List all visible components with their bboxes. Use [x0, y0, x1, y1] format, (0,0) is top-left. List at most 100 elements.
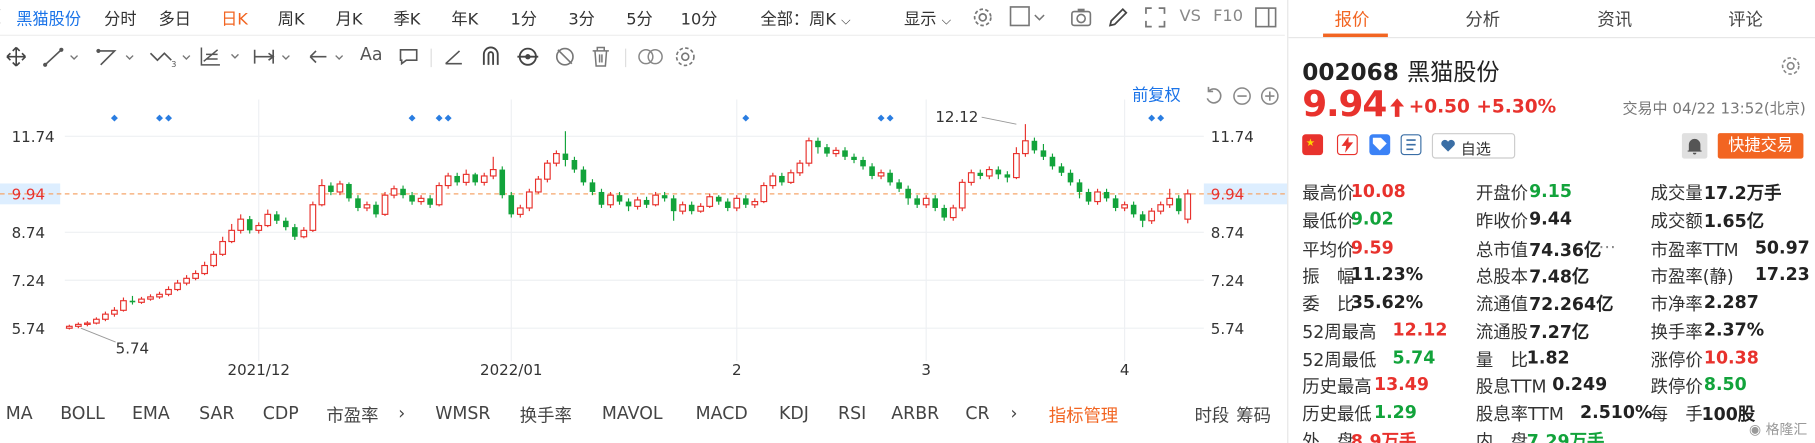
zoom-out-icon[interactable]	[1232, 86, 1253, 107]
arrow-tool-icon[interactable]	[306, 46, 352, 67]
period-tab-1[interactable]: 多日	[159, 7, 191, 30]
chevron-right-icon[interactable]: ›	[398, 403, 405, 424]
candle-body	[283, 220, 289, 228]
candle-body	[111, 309, 118, 315]
low-annotation: 5.74	[116, 340, 149, 358]
trash-icon[interactable]	[590, 45, 611, 68]
field-value-26: 100股	[1701, 403, 1756, 425]
candle-body	[328, 185, 334, 192]
restore-type-button[interactable]: 前复权	[1132, 83, 1181, 106]
candle-body	[824, 147, 830, 154]
more-icon[interactable]: ⋯	[1599, 236, 1616, 257]
quick-trade-button[interactable]: 快捷交易	[1717, 133, 1804, 159]
comment-icon[interactable]	[398, 46, 419, 67]
magnet-icon[interactable]	[480, 45, 501, 66]
candles-group	[65, 124, 1192, 330]
fullscreen-icon[interactable]	[1144, 6, 1167, 29]
candle-body	[165, 288, 172, 295]
indicator-5[interactable]: 市盈率	[326, 403, 378, 427]
kline-svg[interactable]: 11.74 11.74 9.94 9.94 8.74 8.74 7.24 7.24 5.74 5.…	[0, 76, 1288, 382]
period-tab-4[interactable]: 月K	[336, 7, 363, 30]
wave-tool-icon[interactable]: 3	[148, 46, 194, 69]
period-tab-0[interactable]: 分时	[104, 7, 136, 30]
fibonacci-tool-icon[interactable]	[199, 45, 245, 68]
period-tab-6[interactable]: 年K	[451, 7, 478, 30]
period-tab-9[interactable]: 5分	[626, 7, 653, 30]
kline-chart[interactable]: 11.74 11.74 9.94 9.94 8.74 8.74 7.24 7.24 5.74 5.…	[0, 76, 1288, 382]
timeframe-button[interactable]: 时段	[1195, 403, 1230, 427]
camera-icon[interactable]	[1070, 6, 1093, 29]
tab-comments[interactable]: 评论	[1728, 7, 1763, 31]
candle-body	[787, 172, 795, 183]
zoom-in-icon[interactable]	[1259, 86, 1280, 107]
field-value-6: 9.59	[1350, 237, 1394, 259]
candle-body	[905, 188, 911, 199]
indicator-3[interactable]: SAR	[199, 403, 234, 424]
period-bar: [ 黑猫股份 分时多日 日K 周K 月K 季K 年K 1分 3分 5分 10分 全部：周K ⌵ 显…	[0, 0, 1285, 36]
field-label-5: 成交额	[1650, 210, 1703, 232]
tab-analysis[interactable]: 分析	[1465, 7, 1500, 31]
candle-body	[65, 325, 73, 329]
indicator-11[interactable]: RSI	[838, 403, 866, 424]
period-tab-5[interactable]: 季K	[394, 7, 421, 30]
event-markers	[110, 114, 1165, 122]
indicator-4[interactable]: CDP	[263, 403, 299, 424]
tab-news[interactable]: 资讯	[1597, 7, 1632, 31]
candle-body	[409, 195, 415, 202]
y-tick-left-0: 11.74	[12, 128, 55, 146]
candle-body	[355, 198, 361, 208]
field-value-4: 9.44	[1529, 208, 1572, 230]
indicator-2[interactable]: EMA	[132, 403, 170, 424]
candle-body	[580, 169, 587, 183]
watermark-logo: ◉ 格隆汇	[1749, 419, 1807, 439]
f10-button[interactable]: F10	[1213, 7, 1243, 26]
indicator-8[interactable]: MAVOL	[602, 403, 663, 424]
period-tab-10[interactable]: 10分	[681, 7, 718, 30]
alert-button[interactable]	[1681, 133, 1708, 159]
reset-zoom-icon[interactable]	[1204, 86, 1225, 107]
candle-body	[1175, 198, 1182, 212]
chevron-right-icon[interactable]: ›	[1011, 403, 1018, 424]
candle-body	[93, 318, 100, 324]
period-tab-2[interactable]: 日K	[221, 7, 248, 30]
drawing-settings-icon[interactable]	[674, 45, 697, 68]
lock-drawing-icon[interactable]	[516, 45, 539, 68]
period-tab-3[interactable]: 周K	[278, 7, 305, 30]
sidebar-toggle-icon[interactable]	[1255, 7, 1278, 28]
settings-icon[interactable]	[972, 7, 993, 28]
vs-button[interactable]: VS	[1180, 7, 1201, 26]
candle-body	[1004, 174, 1011, 178]
display-dropdown[interactable]: 显示 ⌵	[904, 7, 951, 30]
pencil-icon[interactable]	[1107, 6, 1130, 29]
measure-tool-icon[interactable]	[252, 46, 298, 67]
indicator-6[interactable]: WMSR	[435, 403, 490, 424]
compare-icon[interactable]	[637, 46, 665, 67]
indicator-12[interactable]: ARBR	[891, 403, 939, 424]
range-select[interactable]: 全部：周K ⌵	[760, 7, 850, 30]
period-tab-7[interactable]: 1分	[510, 7, 537, 30]
candle-body	[634, 199, 641, 207]
x-axis-labels: 2021/12 2022/01 2 3 4	[228, 361, 1130, 379]
period-tab-8[interactable]: 3分	[568, 7, 595, 30]
indicator-10[interactable]: KDJ	[779, 403, 809, 424]
field-label-22: 股息TTM	[1475, 376, 1547, 398]
indicator-1[interactable]: BOLL	[60, 403, 105, 424]
chips-button[interactable]: 筹码	[1236, 403, 1271, 427]
indicator-0[interactable]: MA	[6, 403, 33, 424]
indicator-7[interactable]: 换手率	[520, 403, 572, 427]
text-tool-icon[interactable]: Aa	[360, 44, 383, 65]
indicator-manage-button[interactable]: 指标管理	[1049, 403, 1118, 427]
ticker-name[interactable]: 黑猫股份	[16, 7, 81, 30]
angle-tool-icon[interactable]	[443, 46, 464, 67]
indicator-13[interactable]: CR	[965, 403, 989, 424]
panel-settings-icon[interactable]	[1780, 56, 1801, 77]
watchlist-button[interactable]: 自选	[1431, 133, 1516, 159]
channel-tool-icon[interactable]	[96, 46, 138, 67]
move-icon[interactable]	[6, 46, 27, 67]
tab-quote[interactable]: 报价	[1335, 7, 1370, 31]
indicator-9[interactable]: MACD	[696, 403, 748, 424]
event-marker	[886, 114, 894, 122]
hide-drawing-icon[interactable]	[553, 45, 576, 68]
line-tool-icon[interactable]	[43, 46, 82, 67]
color-picker-icon[interactable]	[1009, 6, 1046, 29]
